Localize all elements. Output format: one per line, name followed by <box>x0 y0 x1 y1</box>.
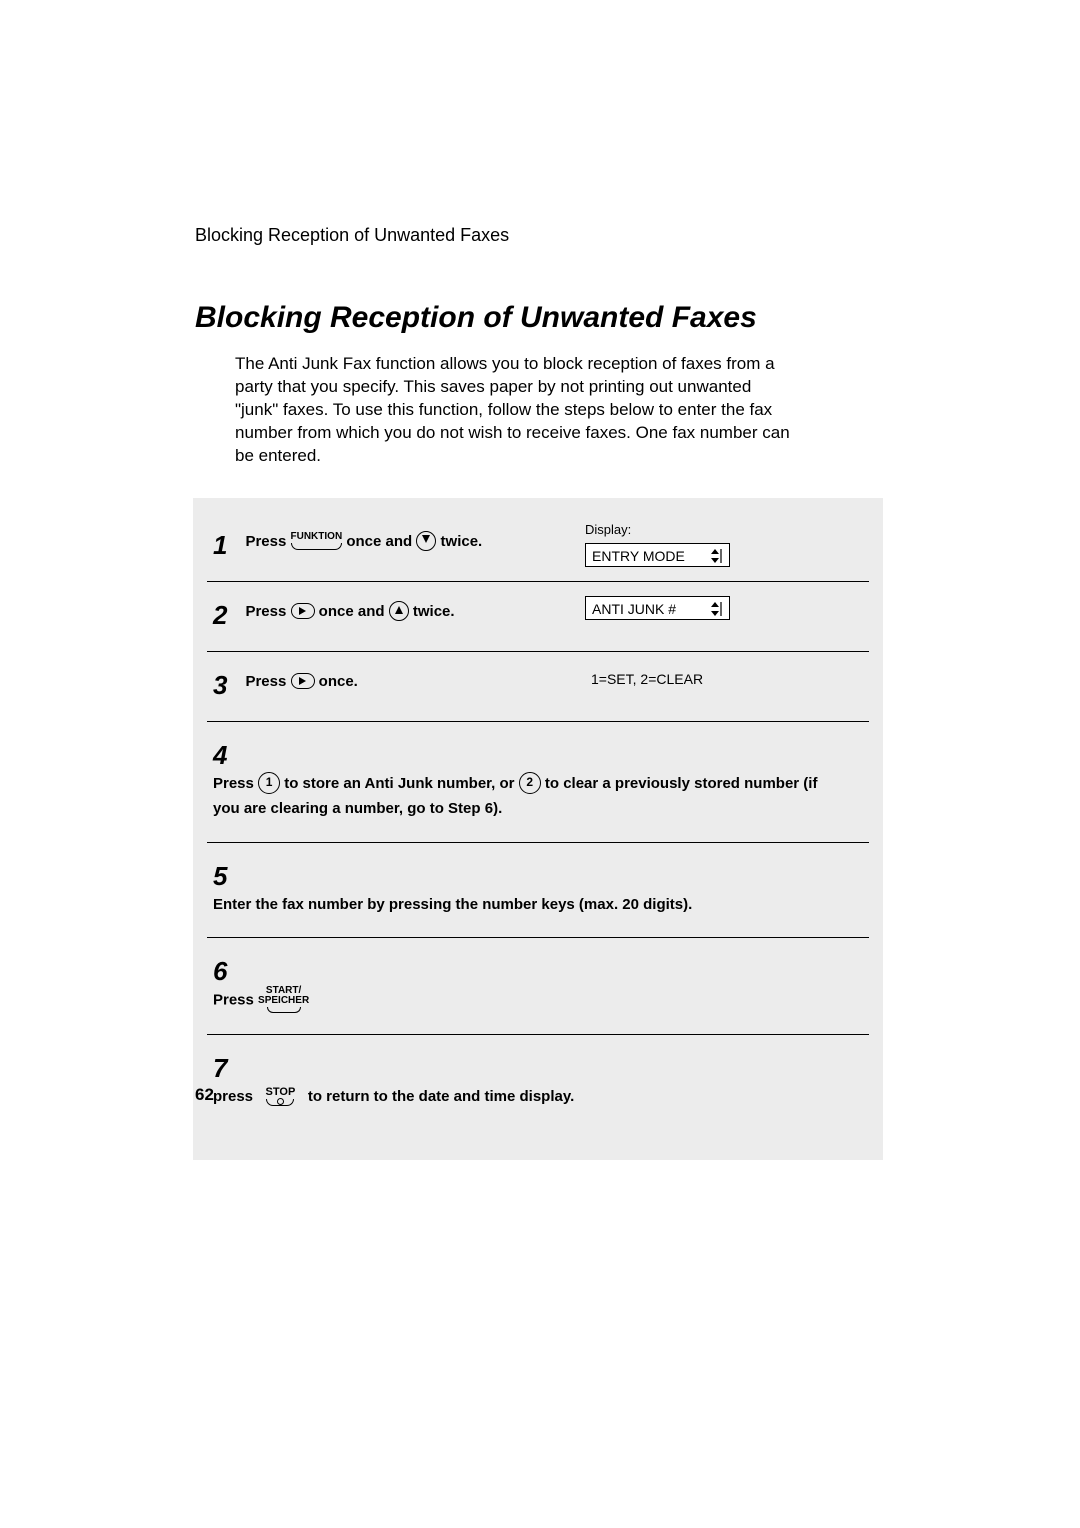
text: Press <box>213 775 258 792</box>
text: once and <box>346 533 416 550</box>
page-title: Blocking Reception of Unwanted Faxes <box>195 301 895 335</box>
step-number: 6 <box>213 956 241 987</box>
lcd-text: ENTRY MODE <box>592 548 685 564</box>
key-label-bottom: SPEICHER <box>258 995 309 1006</box>
key-label: STOP <box>266 1086 296 1098</box>
right-key-icon <box>291 603 315 619</box>
step-instruction: Press FUNKTION once and twice. <box>245 530 575 554</box>
lcd-display-plain: 1=SET, 2=CLEAR <box>585 668 742 687</box>
updown-arrows-icon <box>707 547 723 565</box>
text: press <box>213 1088 257 1105</box>
steps-container: 1 Press FUNKTION once and twice. Display… <box>193 498 883 1160</box>
step-4: 4 Press 1 to store an Anti Junk number, … <box>207 722 869 843</box>
lcd-display: ENTRY MODE <box>585 543 730 567</box>
lcd-display: ANTI JUNK # <box>585 596 730 620</box>
step-number: 4 <box>213 740 241 771</box>
text: Press <box>245 673 290 690</box>
step-5: 5 Enter the fax number by pressing the n… <box>207 843 869 939</box>
down-arrow-key-icon <box>416 531 436 551</box>
step-instruction: Press once. <box>245 670 575 694</box>
text: to return to the date and time display. <box>308 1088 574 1105</box>
text: twice. <box>413 603 455 620</box>
step-6: 6 Press START/ SPEICHER <box>207 938 869 1035</box>
step-number: 5 <box>213 861 241 892</box>
step-3: 3 Press once. 1=SET, 2=CLEAR <box>207 652 869 722</box>
up-arrow-key-icon <box>389 601 409 621</box>
start-speicher-key-icon: START/ SPEICHER <box>258 986 309 1013</box>
text: Press <box>245 533 290 550</box>
running-head: Blocking Reception of Unwanted Faxes <box>195 225 895 246</box>
step-1: 1 Press FUNKTION once and twice. Display… <box>207 512 869 582</box>
text: twice. <box>441 533 483 550</box>
step-2: 2 Press once and twice. ANTI JUNK # <box>207 582 869 652</box>
one-key-icon: 1 <box>258 772 280 794</box>
display-column: Display: ENTRY MODE <box>585 522 730 567</box>
key-label: FUNKTION <box>291 531 343 542</box>
updown-arrows-icon <box>707 600 723 618</box>
display-column: 1=SET, 2=CLEAR <box>585 668 742 687</box>
step-instruction: Press once and twice. <box>245 600 575 624</box>
step-instruction: Enter the fax number by pressing the num… <box>213 892 833 918</box>
step-instruction: Press START/ SPEICHER <box>213 987 833 1014</box>
intro-paragraph: The Anti Junk Fax function allows you to… <box>235 353 790 468</box>
step-number: 1 <box>213 530 241 561</box>
funktion-key-icon: FUNKTION <box>291 532 343 550</box>
text: to store an Anti Junk number, or <box>284 775 518 792</box>
display-column: ANTI JUNK # <box>585 596 730 620</box>
step-7: 7 press STOP to return to the date and t… <box>207 1035 869 1130</box>
step-instruction: Press 1 to store an Anti Junk number, or… <box>213 771 833 822</box>
text: once and <box>319 603 389 620</box>
text: once. <box>319 673 358 690</box>
right-key-icon <box>291 673 315 689</box>
step-number: 3 <box>213 670 241 701</box>
text: Press <box>213 992 258 1009</box>
text: Press <box>245 603 290 620</box>
step-number: 7 <box>213 1053 241 1084</box>
display-label: Display: <box>585 522 730 537</box>
page-number: 62 <box>195 1085 214 1105</box>
step-instruction: press STOP to return to the date and tim… <box>213 1084 833 1110</box>
lcd-text: ANTI JUNK # <box>592 601 676 617</box>
two-key-icon: 2 <box>519 772 541 794</box>
manual-page: Blocking Reception of Unwanted Faxes Blo… <box>195 225 895 1160</box>
step-number: 2 <box>213 600 241 631</box>
stop-key-icon: STOP <box>266 1087 296 1106</box>
